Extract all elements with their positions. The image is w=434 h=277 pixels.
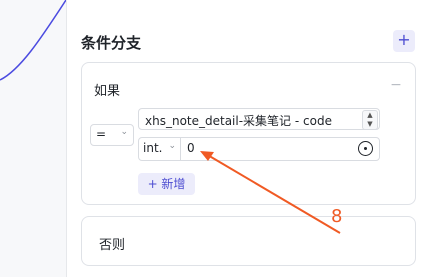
workflow-canvas[interactable] (0, 0, 66, 277)
condition-branch-panel: …………… …… 条件分支 + 如果 − = ⌄ xhs_note_detail… (66, 0, 434, 277)
collapse-icon[interactable]: − (389, 75, 403, 95)
stepper-down-icon[interactable]: ▼ (363, 120, 377, 129)
plus-icon: + (397, 30, 411, 49)
field-select[interactable]: xhs_note_detail-采集笔记 - code (138, 108, 380, 130)
chevron-down-icon: ⌄ (120, 127, 128, 137)
field-stepper[interactable]: ▲ ▼ (362, 110, 378, 130)
stepper-up-icon[interactable]: ▲ (363, 111, 377, 120)
field-value: xhs_note_detail-采集笔记 - code (145, 114, 332, 128)
else-branch-card: 否则 (81, 216, 416, 266)
if-branch-title: 如果 (94, 84, 121, 99)
operator-value: = (96, 127, 107, 141)
value-input-group: int. ⌄ 0 (138, 137, 380, 161)
if-branch-card: 如果 − = ⌄ xhs_note_detail-采集笔记 - code ▲ ▼… (81, 62, 416, 205)
variable-icon[interactable] (358, 141, 373, 156)
connection-curve (0, 0, 66, 81)
value-type-select[interactable]: int. ⌄ (139, 138, 181, 160)
else-branch-title: 否则 (99, 238, 126, 253)
clipped-text: …………… …… (85, 0, 285, 4)
add-branch-button[interactable]: + (393, 30, 415, 52)
add-condition-button[interactable]: + 新增 (138, 173, 195, 195)
annotation-label: 8 (331, 206, 343, 227)
value-input[interactable]: 0 (187, 141, 195, 155)
value-type: int. (143, 141, 163, 155)
section-title: 条件分支 (81, 34, 142, 52)
operator-select[interactable]: = ⌄ (90, 124, 134, 146)
chevron-down-icon: ⌄ (168, 141, 176, 151)
